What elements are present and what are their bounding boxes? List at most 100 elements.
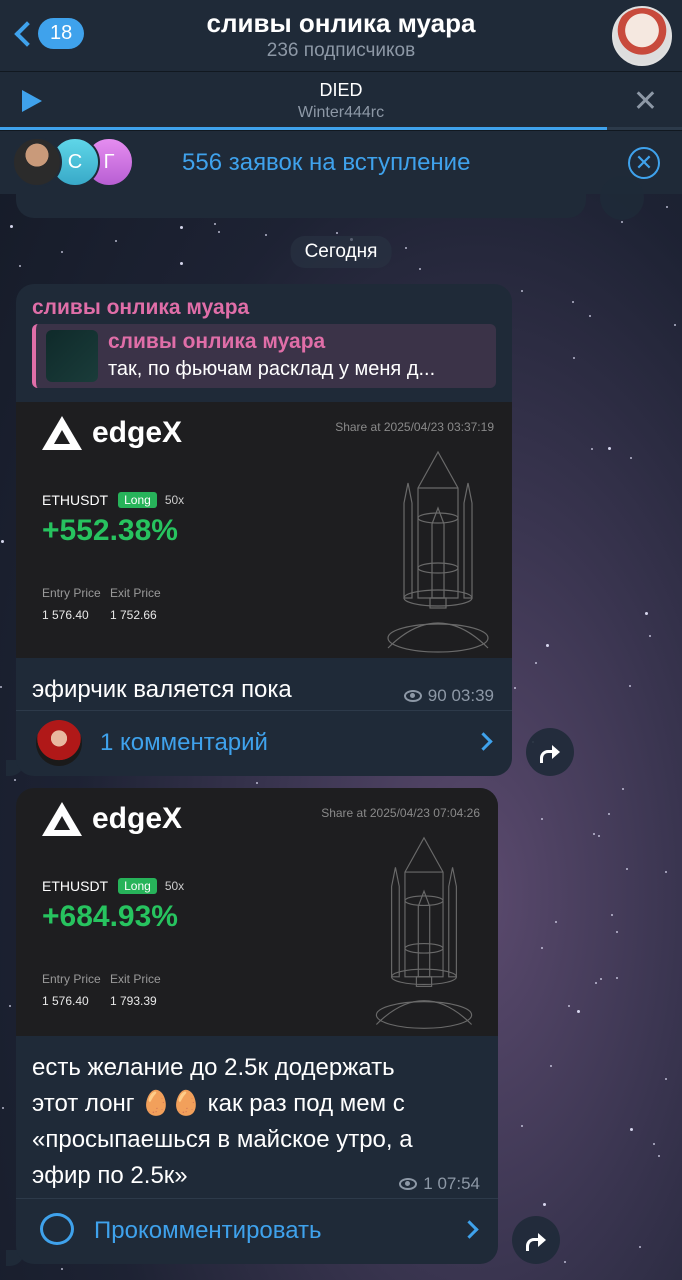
star	[179, 262, 183, 266]
comments-button[interactable]: 1 комментарий	[16, 710, 512, 776]
edgex-logo: edgeX	[42, 802, 182, 836]
views-icon	[403, 690, 422, 702]
star	[621, 220, 624, 223]
star	[256, 782, 259, 785]
star	[521, 1125, 524, 1128]
star	[61, 251, 64, 254]
message-time: 03:39	[451, 686, 494, 705]
reply-text: так, по фьючам расклад у меня д...	[108, 358, 436, 380]
channel-title[interactable]: сливы онлика муара	[0, 8, 682, 39]
star	[336, 231, 339, 234]
star	[418, 267, 421, 270]
star	[576, 1009, 580, 1013]
star	[628, 685, 631, 687]
channel-avatar[interactable]	[612, 6, 672, 66]
star	[664, 1078, 667, 1080]
star	[60, 1267, 63, 1270]
star	[541, 946, 544, 949]
share-icon[interactable]	[600, 176, 644, 220]
star	[563, 1261, 566, 1264]
star	[14, 778, 17, 781]
price-values: 1 576.40 1 793.39	[42, 994, 157, 1008]
star	[607, 446, 611, 450]
trade-pair: ETHUSDT Long 50x	[42, 492, 185, 508]
star	[217, 231, 220, 234]
star	[611, 913, 614, 916]
star	[534, 662, 537, 665]
trade-pair: ETHUSDT Long 50x	[42, 878, 185, 894]
subscriber-count: 236 подписчиков	[266, 40, 416, 61]
star	[593, 833, 596, 836]
view-count: 90	[427, 686, 447, 705]
price-labels: Entry Price Exit Price	[42, 972, 161, 986]
message-time: 07:54	[437, 1174, 480, 1193]
star	[674, 323, 677, 326]
close-player-icon[interactable]: ✕	[633, 87, 658, 117]
star	[591, 447, 594, 450]
message-bubble[interactable]: edgeX Share at 2025/04/23 07:04:26 ETHUS…	[16, 788, 498, 1264]
edgex-logo-icon	[42, 802, 82, 836]
star	[0, 685, 3, 688]
previous-message-bubble	[16, 194, 586, 218]
price-values: 1 576.40 1 752.66	[42, 608, 157, 622]
message-text: эфирчик валяется пока	[32, 676, 292, 703]
pnl-percent: +552.38%	[42, 514, 178, 547]
star	[622, 787, 625, 790]
star	[638, 1245, 641, 1248]
star	[114, 240, 117, 243]
chevron-right-icon	[474, 732, 493, 751]
star	[571, 301, 574, 304]
comments-label: Прокомментировать	[94, 1217, 322, 1244]
trade-card-image[interactable]: edgeX Share at 2025/04/23 07:04:26 ETHUS…	[16, 788, 498, 1036]
star	[630, 1127, 634, 1131]
star	[265, 234, 268, 237]
star	[629, 457, 632, 460]
close-join-bar-icon[interactable]: ✕	[628, 147, 660, 179]
reply-sender: сливы онлика муара	[108, 330, 326, 353]
star	[18, 265, 21, 268]
star	[594, 981, 597, 984]
share-timestamp: Share at 2025/04/23 03:37:19	[335, 420, 494, 434]
star	[543, 1203, 547, 1207]
star	[665, 871, 668, 874]
requester-avatar-1	[12, 137, 62, 187]
edgex-logo-icon	[42, 416, 82, 450]
star	[520, 290, 523, 293]
message-text: есть желание до 2.5к додержать этот лонг…	[32, 1054, 413, 1189]
star	[657, 1155, 660, 1158]
star	[549, 1064, 552, 1067]
star	[179, 226, 183, 230]
share-button[interactable]	[512, 1216, 560, 1264]
star	[665, 205, 668, 208]
chat-header: 18 сливы онлика муара 236 подписчиков	[0, 0, 682, 72]
reply-quote[interactable]: сливы онлика муара так, по фьючам раскла…	[32, 324, 496, 388]
comment-bubble-icon	[40, 1213, 74, 1245]
chevron-right-icon	[460, 1220, 479, 1239]
share-arrow-icon	[526, 1232, 546, 1251]
music-player-bar[interactable]: DIED Winter444rc ✕	[0, 72, 682, 130]
message-bubble[interactable]: сливы онлика муара сливы онлика муара та…	[16, 284, 512, 776]
join-requests-label[interactable]: 556 заявок на вступление	[182, 149, 470, 177]
rocket-icon	[375, 836, 473, 1029]
share-timestamp: Share at 2025/04/23 07:04:26	[321, 806, 480, 820]
star	[616, 930, 619, 933]
commenter-avatar	[36, 720, 82, 766]
leverage: 50x	[164, 879, 185, 893]
star	[555, 921, 558, 924]
edgex-logo: edgeX	[42, 416, 182, 450]
leverage: 50x	[164, 493, 185, 507]
share-button[interactable]	[526, 728, 574, 776]
view-count: 1	[423, 1174, 433, 1193]
rocket-icon	[387, 450, 489, 653]
leave-comment-button[interactable]: Прокомментировать	[16, 1198, 498, 1264]
share-arrow-icon	[540, 744, 560, 763]
trade-card-image[interactable]: edgeX Share at 2025/04/23 03:37:19 ETHUS…	[16, 402, 512, 658]
star	[600, 978, 603, 981]
track-artist: Winter444rc	[297, 104, 385, 121]
sender-name: сливы онлика муара	[32, 296, 250, 319]
join-requests-bar[interactable]: С Г 556 заявок на вступление ✕	[0, 130, 682, 194]
star	[1, 540, 5, 544]
star	[545, 644, 549, 648]
star	[514, 686, 517, 689]
message-meta: 1 07:54	[399, 1174, 480, 1194]
